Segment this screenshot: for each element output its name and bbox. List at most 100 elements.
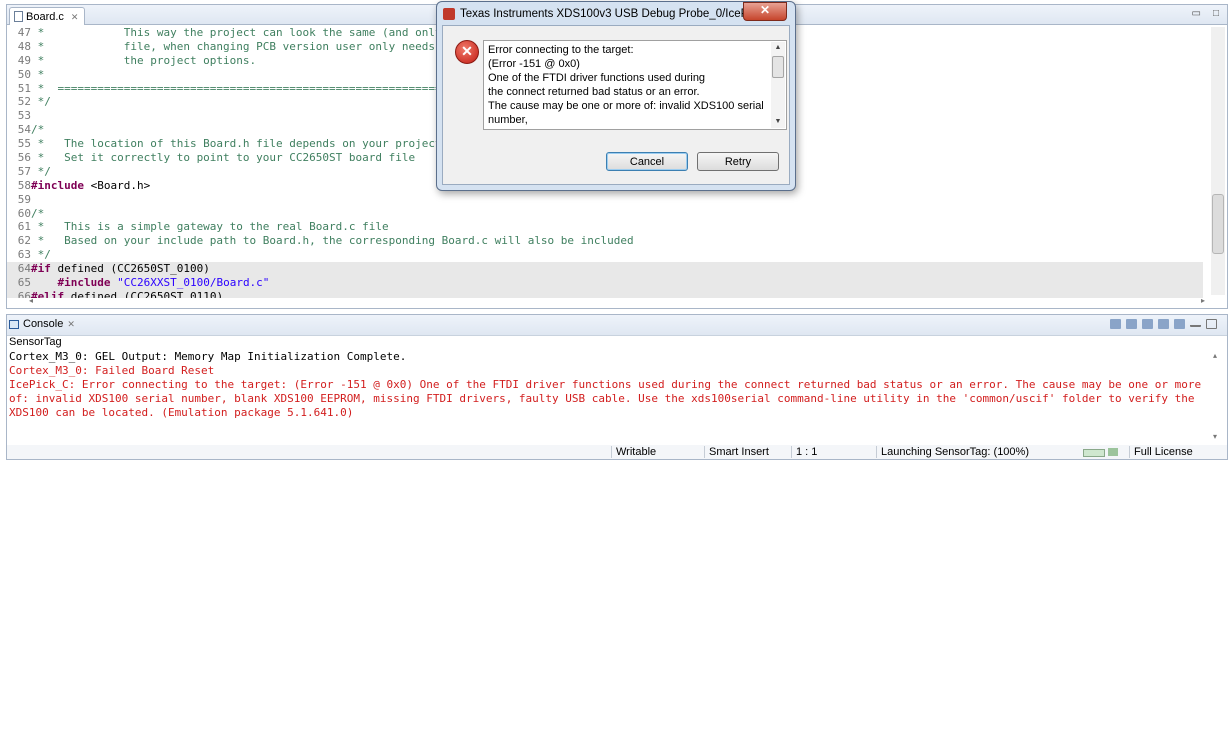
code-line[interactable]: 62 * Based on your include path to Board… [7, 234, 1203, 248]
console-line: IcePick_C: Error connecting to the targe… [9, 378, 1208, 419]
console-pane: Console ✕ SensorTag Cortex_M3_0: GEL Out… [6, 314, 1228, 460]
minimize-icon[interactable]: ▭ [1192, 8, 1201, 19]
line-number: 65 [17, 276, 31, 290]
code-text: * This is a simple gateway to the real B… [31, 220, 389, 234]
code-text: * This way the project can look the same… [31, 26, 442, 39]
line-number: 57 [17, 164, 31, 178]
code-text: #include <Board.h> [31, 178, 151, 192]
maximize-icon[interactable]: □ [1213, 8, 1219, 19]
app-icon [443, 8, 455, 20]
retry-button[interactable]: Retry [697, 152, 779, 171]
dialog-title: Texas Instruments XDS100v3 USB Debug Pro… [460, 8, 778, 20]
line-number: 56 [17, 151, 31, 165]
open-console-icon[interactable] [1174, 319, 1185, 329]
clear-console-icon[interactable] [1110, 319, 1121, 329]
status-writable: Writable [611, 446, 656, 458]
progress-indicator-icon[interactable] [1083, 449, 1105, 457]
line-number: 51 [17, 81, 31, 95]
message-line: number, [488, 114, 528, 126]
code-line[interactable]: 63 */ [7, 248, 1203, 262]
code-line[interactable]: 61 * This is a simple gateway to the rea… [7, 220, 1203, 234]
console-output[interactable]: Cortex_M3_0: GEL Output: Memory Map Init… [9, 350, 1209, 440]
line-number: 60 [17, 206, 31, 220]
close-tab-icon[interactable]: ✕ [71, 9, 79, 25]
cancel-button[interactable]: Cancel [606, 152, 688, 171]
message-line: One of the FTDI driver functions used du… [488, 72, 706, 84]
line-number: 48 [17, 39, 31, 53]
code-text: * Based on your include path to Board.h,… [31, 234, 634, 248]
console-tab-label: Console [23, 318, 64, 330]
line-number: 63 [17, 248, 31, 262]
maximize-console-icon[interactable] [1206, 319, 1217, 329]
minimize-console-icon[interactable] [1190, 319, 1201, 327]
editor-horizontal-scrollbar[interactable]: ◂ ▸ [29, 296, 1205, 306]
code-text: * the project options. [31, 53, 257, 67]
code-text: * Set it correctly to point to your CC26… [31, 151, 416, 165]
code-text: */ [31, 95, 51, 109]
dialog-close-button[interactable]: ✕ [743, 2, 787, 21]
console-line: Cortex_M3_0: GEL Output: Memory Map Init… [9, 350, 407, 363]
line-number: 54 [17, 123, 31, 137]
scroll-up-arrow-icon[interactable]: ▲ [771, 42, 785, 54]
code-line[interactable]: 64 #if defined (CC2650ST_0100) [7, 262, 1203, 277]
progress-view-icon[interactable] [1108, 448, 1118, 456]
code-text: */ [31, 248, 51, 262]
status-progress: Launching SensorTag: (100%) [876, 446, 1029, 458]
dialog-titlebar[interactable]: Texas Instruments XDS100v3 USB Debug Pro… [443, 5, 777, 23]
message-line: Error connecting to the target: [488, 44, 634, 56]
line-number: 62 [17, 234, 31, 248]
code-text: * ======================================… [31, 81, 475, 95]
code-text: #include "CC26XXST_0100/Board.c" [57, 276, 270, 290]
code-text: */ [31, 164, 51, 178]
code-text: * [31, 67, 45, 81]
tab-label: Board.c [26, 10, 64, 23]
scroll-up-icon[interactable]: ▴ [1213, 351, 1217, 360]
code-text: #if defined (CC2650ST_0100) [31, 262, 210, 276]
code-text: * The location of this Board.h file depe… [31, 137, 469, 151]
status-bar: Writable Smart Insert 1 : 1 Launching Se… [7, 445, 1227, 459]
line-number: 53 [17, 109, 31, 123]
message-scrollbar[interactable]: ▲ ▼ [771, 42, 785, 128]
line-number: 61 [17, 220, 31, 234]
scroll-left-icon[interactable]: ◂ [29, 296, 33, 305]
code-line[interactable]: 60/* [7, 207, 1203, 221]
console-title: SensorTag [9, 336, 62, 348]
status-license: Full License [1129, 446, 1193, 458]
tab-console[interactable]: Console ✕ [9, 318, 75, 330]
scroll-down-icon[interactable]: ▾ [1213, 432, 1217, 441]
error-message: Error connecting to the target: (Error -1… [488, 43, 770, 127]
code-line[interactable]: 59 [7, 193, 1203, 207]
message-line: (Error -151 @ 0x0) [488, 58, 580, 70]
tab-board-c[interactable]: Board.c ✕ [9, 7, 86, 25]
line-number: 55 [17, 137, 31, 151]
status-insert-mode: Smart Insert [704, 446, 769, 458]
close-console-tab-icon[interactable]: ✕ [67, 319, 75, 330]
scroll-lock-icon[interactable] [1126, 319, 1137, 329]
status-position: 1 : 1 [791, 446, 817, 458]
c-file-icon [14, 11, 23, 22]
code-text: * file, when changing PCB version user o… [31, 39, 449, 53]
code-text: /* [31, 206, 45, 220]
line-number: 49 [17, 53, 31, 67]
error-message-box[interactable]: Error connecting to the target: (Error -1… [483, 40, 787, 130]
line-number: 52 [17, 95, 31, 109]
message-scroll-thumb[interactable] [772, 56, 784, 78]
pin-console-icon[interactable] [1142, 319, 1153, 329]
code-line[interactable]: 65 #include "CC26XXST_0100/Board.c" [7, 276, 1203, 290]
code-text: /* [31, 123, 45, 137]
scroll-down-arrow-icon[interactable]: ▼ [771, 116, 785, 128]
editor-vertical-scrollbar[interactable] [1211, 27, 1225, 295]
message-line: the connect returned bad status or an er… [488, 86, 700, 98]
scroll-right-icon[interactable]: ▸ [1201, 296, 1205, 305]
console-scrollbar[interactable]: ▴ ▾ [1213, 351, 1223, 441]
message-line: The cause may be one or more of: invalid… [488, 100, 764, 112]
line-number: 47 [17, 26, 31, 39]
line-number: 64 [17, 262, 31, 276]
line-number: 50 [17, 67, 31, 81]
line-number: 59 [17, 192, 31, 206]
scrollbar-thumb[interactable] [1212, 194, 1224, 254]
dialog-body: ✕ Error connecting to the target: (Error … [442, 25, 790, 185]
console-line: Cortex_M3_0: Failed Board Reset [9, 364, 215, 377]
display-console-icon[interactable] [1158, 319, 1169, 329]
line-number: 58 [17, 178, 31, 192]
